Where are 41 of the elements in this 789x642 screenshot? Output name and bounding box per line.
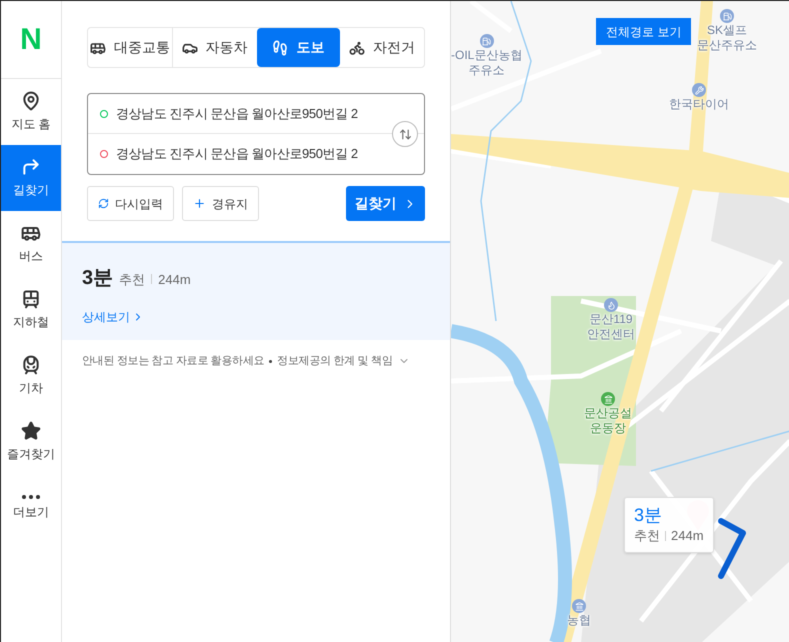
popup-tag: 추천 xyxy=(634,526,660,546)
full-route-button[interactable]: 전체경로 보기 xyxy=(596,18,692,45)
address-field[interactable]: 경상남도 진주시 문산읍 월아산로950번길 2 xyxy=(116,104,358,124)
more-icon xyxy=(22,495,40,499)
distance: 244m xyxy=(158,271,191,289)
poi-icon xyxy=(692,83,706,97)
details-link[interactable]: 상세보기 xyxy=(82,308,144,326)
swap-icon xyxy=(398,128,412,140)
search-button[interactable]: 길찾기 xyxy=(346,186,425,221)
train-icon xyxy=(21,355,41,375)
sidebar-item[interactable]: 길찾기 xyxy=(1,145,61,211)
tram-icon xyxy=(21,289,41,309)
refresh-icon xyxy=(98,198,109,209)
mode-tab[interactable]: 자동차 xyxy=(172,28,256,67)
mode-tab[interactable]: 자전거 xyxy=(340,28,424,67)
poi-icon xyxy=(720,9,734,23)
swap-button[interactable] xyxy=(392,121,418,147)
plus-icon xyxy=(193,197,206,210)
poi-icon xyxy=(480,34,494,48)
walking-icon xyxy=(272,40,288,56)
waypoint-button[interactable]: 경유지 xyxy=(182,186,259,221)
star-icon xyxy=(21,421,41,441)
popup-distance: 244m xyxy=(671,527,704,545)
poi-label[interactable]: 문산공설 운동장 xyxy=(584,406,632,436)
reset-button[interactable]: 다시입력 xyxy=(87,186,174,221)
poi-label[interactable]: 문산119 안전센터 xyxy=(587,312,635,342)
mode-tab[interactable]: 대중교통 xyxy=(88,28,173,67)
bicycle-icon xyxy=(349,40,366,56)
disclaimer-link[interactable]: 정보제공의 한계 및 책임 xyxy=(277,353,393,370)
turn-arrow-icon xyxy=(21,157,41,177)
notice-text: 안내된 정보는 참고 자료로 활용하세요 xyxy=(82,354,264,369)
map-pin-icon xyxy=(21,91,41,111)
route-tag: 추천 xyxy=(119,270,146,290)
mode-tab[interactable]: 도보 xyxy=(256,28,340,67)
address-field[interactable]: 경상남도 진주시 문산읍 월아산로950번길 2 xyxy=(116,144,358,164)
route-line xyxy=(718,518,746,579)
route-popup[interactable]: 3분 추천 244m xyxy=(624,497,714,552)
duration: 3분 xyxy=(82,266,114,291)
result-card[interactable]: 3분 추천 244m 상세보기 xyxy=(62,241,450,340)
popup-duration: 3분 xyxy=(634,504,664,526)
poi-label[interactable]: -OIL문산농협 주유소 xyxy=(451,48,522,78)
